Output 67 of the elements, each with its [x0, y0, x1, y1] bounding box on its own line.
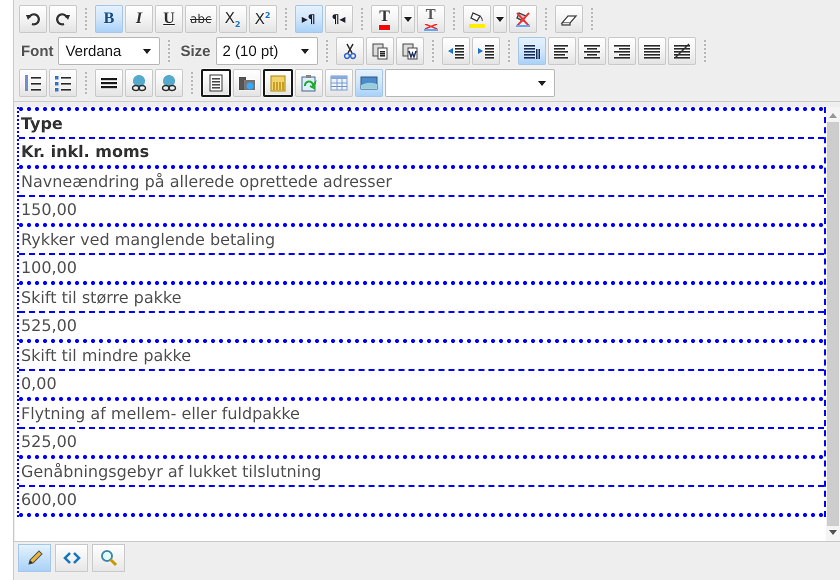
table-cell: Skift til større pakke	[19, 285, 824, 313]
align-paragraph-icon	[522, 42, 540, 60]
align-left-icon	[552, 42, 570, 60]
toolbar-button[interactable]	[201, 69, 231, 97]
table-cell-text: 150,00	[20, 199, 78, 221]
dropdown-field[interactable]: 2 (10 pt)	[216, 37, 318, 65]
column-header: Type	[19, 111, 824, 139]
magnifier-icon	[100, 549, 118, 567]
pencil-icon	[26, 549, 44, 567]
paste-word-icon	[400, 42, 418, 60]
toolbar-button[interactable]	[263, 69, 293, 97]
dropdown-arrow-icon	[404, 16, 412, 22]
link-icon	[130, 74, 148, 92]
table-cell-text: 600,00	[20, 489, 78, 511]
redo-icon	[54, 10, 72, 28]
table-icon	[330, 74, 348, 92]
scroll-up-icon[interactable]	[828, 112, 838, 118]
table-cell-text: 525,00	[20, 431, 78, 453]
table-cell-text: 100,00	[20, 257, 78, 279]
dropdown-button[interactable]	[492, 5, 507, 33]
remove-text-color-button[interactable]: T	[416, 5, 445, 33]
dropdown-field[interactable]: Verdana	[58, 37, 160, 65]
numbered-list-icon	[24, 74, 42, 92]
table-cell: Genåbningsgebyr af lukket tilslutning	[19, 459, 824, 487]
table-cell: Rykker ved manglende betaling	[19, 227, 824, 255]
undo-icon	[24, 10, 42, 28]
justify-icon	[642, 42, 660, 60]
text-color-button[interactable]: T	[370, 5, 399, 33]
italic-button[interactable]: I	[125, 5, 153, 33]
column-header: Kr. inkl. moms	[20, 141, 150, 163]
underline-button[interactable]: U	[155, 5, 183, 33]
mode-tab[interactable]	[18, 544, 51, 572]
subscript-button[interactable]: X$_{2}$	[218, 5, 247, 33]
align-center-icon	[582, 42, 600, 60]
paste-icon	[370, 42, 388, 60]
align-right-icon	[612, 42, 630, 60]
paint-bucket-crossed-icon	[514, 10, 532, 28]
paint-bucket-icon	[468, 10, 486, 28]
table-cell: Skift til mindre pakke	[19, 343, 824, 371]
field-label: Font	[20, 42, 54, 60]
cross-icon	[424, 24, 438, 30]
outdent-icon	[446, 42, 464, 60]
dropdown-button[interactable]	[400, 5, 415, 33]
left-to-right-button[interactable]: ▸¶	[294, 5, 323, 33]
bold-button[interactable]: B	[95, 5, 123, 33]
scroll-down-icon[interactable]	[828, 530, 838, 536]
document-icon	[207, 74, 225, 92]
superscript-button[interactable]: X$^{2}$	[248, 5, 277, 33]
bullet-list-icon	[54, 74, 72, 92]
strikethrough-button[interactable]: abc	[185, 5, 217, 33]
field-label: Size	[179, 42, 212, 60]
justify-crossed-icon	[672, 42, 690, 60]
table-cell: Navneændring på allerede oprettede adresser	[19, 169, 824, 197]
scrollbar[interactable]	[826, 107, 840, 541]
dropdown-field[interactable]	[385, 69, 555, 97]
right-to-left-button[interactable]: ¶◂	[324, 5, 353, 33]
table-cell-text: 0,00	[20, 373, 58, 395]
table-cell: Flytning af mellem- eller fuldpakke	[19, 401, 824, 429]
camera-icon	[238, 74, 256, 92]
unlink-icon	[160, 74, 178, 92]
mode-tab[interactable]	[55, 544, 88, 572]
mode-tab[interactable]	[92, 544, 125, 572]
dropdown-arrow-icon	[496, 16, 504, 22]
indent-icon	[476, 42, 494, 60]
landscape-image-icon	[360, 74, 378, 92]
table-cell-text: 525,00	[20, 315, 78, 337]
clipboard-refresh-icon	[300, 74, 318, 92]
